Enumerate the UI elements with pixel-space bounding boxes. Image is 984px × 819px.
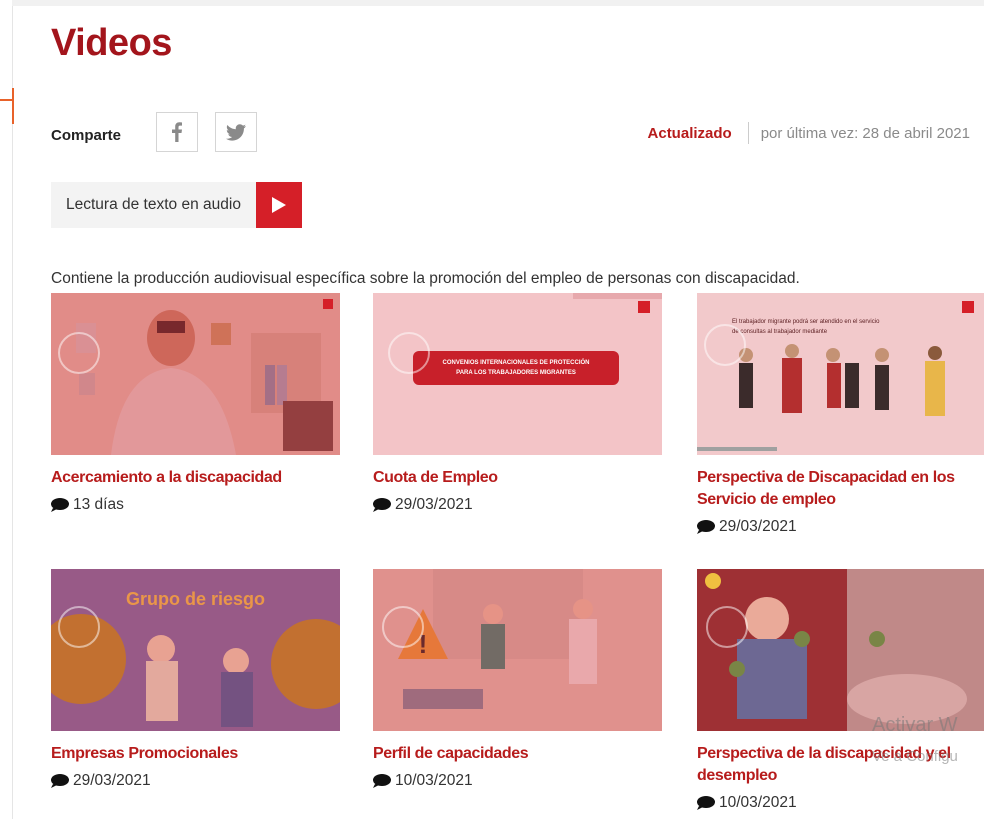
video-thumbnail[interactable]: ! [373,569,662,731]
video-title[interactable]: Cuota de Empleo [373,467,663,489]
video-card[interactable]: El trabajador migrante podrá ser atendid… [697,293,984,536]
video-thumbnail[interactable]: CONVENIOS INTERNACIONALES DE PROTECCIÓN … [373,293,662,455]
video-date-text: 29/03/2021 [719,518,797,535]
last-updated: Actualizado por última vez: 28 de abril … [648,122,970,144]
twitter-icon [226,123,246,141]
video-title[interactable]: Acercamiento a la discapacidad [51,467,341,489]
comment-icon [697,796,715,810]
video-card[interactable]: Perspectiva de la discapacidad y el dese… [697,569,984,812]
video-date: 29/03/2021 [697,518,984,536]
video-date-text: 29/03/2021 [395,496,473,513]
comment-icon [51,774,69,788]
video-thumbnail[interactable] [51,293,340,455]
video-card[interactable]: Grupo de riesgo Empresas Promocionales 2… [51,569,341,790]
video-title[interactable]: Perfil de capacidades [373,743,663,765]
video-date-text: 13 días [73,496,124,513]
video-thumbnail[interactable]: Grupo de riesgo [51,569,340,731]
activation-watermark-sub: Ve a Configu [872,748,958,765]
updated-date: por última vez: 28 de abril 2021 [760,124,970,142]
comment-icon [697,520,715,534]
video-date-text: 29/03/2021 [73,772,151,789]
video-card[interactable]: ! Perfil de capacidades 10/03/2021 [373,569,663,790]
comment-icon [373,774,391,788]
thumb-line-1: CONVENIOS INTERNACIONALES DE PROTECCIÓN [442,358,589,366]
video-thumbnail-image: Grupo de riesgo [51,569,340,731]
video-thumbnail-image [697,569,984,731]
video-thumbnail[interactable]: El trabajador migrante podrá ser atendid… [697,293,984,455]
video-title[interactable]: Perspectiva de Discapacidad en los Servi… [697,467,984,511]
activation-watermark: Activar W [872,714,958,736]
left-border [12,6,13,819]
play-icon [271,197,286,213]
video-thumbnail-image [51,293,340,455]
video-date-text: 10/03/2021 [395,772,473,789]
page-description: Contiene la producción audiovisual espec… [51,269,800,287]
page-title: Videos [51,22,172,64]
thumb-line-1: El trabajador migrante podrá ser atendid… [732,319,880,325]
video-thumbnail-image: ! [373,569,662,731]
twitter-share-button[interactable] [215,112,257,152]
video-card[interactable]: CONVENIOS INTERNACIONALES DE PROTECCIÓN … [373,293,663,514]
audio-label: Lectura de texto en audio [51,182,256,228]
audio-play-button[interactable] [255,182,302,228]
video-date: 10/03/2021 [373,772,663,790]
video-date: 10/03/2021 [697,794,984,812]
updated-label: Actualizado [647,124,732,142]
video-date: 29/03/2021 [373,496,663,514]
video-date-text: 10/03/2021 [719,794,797,811]
video-thumbnail[interactable] [697,569,984,731]
comment-icon [51,498,69,512]
orange-tick [0,99,14,101]
video-date: 13 días [51,496,341,514]
facebook-share-button[interactable] [156,112,198,152]
video-thumbnail-image: El trabajador migrante podrá ser atendid… [697,293,984,455]
top-border [12,0,984,6]
thumb-line-2: de consultas al trabajador mediante [732,329,828,335]
text-to-speech-player[interactable]: Lectura de texto en audio [51,182,302,228]
video-title[interactable]: Empresas Promocionales [51,743,341,765]
updated-separator [747,122,749,144]
share-label: Comparte [51,127,122,144]
comment-icon [373,498,391,512]
facebook-icon [172,122,182,142]
video-card[interactable]: Acercamiento a la discapacidad 13 días [51,293,341,514]
thumb-line-2: PARA LOS TRABAJADORES MIGRANTES [456,370,576,376]
orange-accent [12,88,14,124]
video-date: 29/03/2021 [51,772,341,790]
video-thumbnail-image: CONVENIOS INTERNACIONALES DE PROTECCIÓN … [373,293,662,455]
